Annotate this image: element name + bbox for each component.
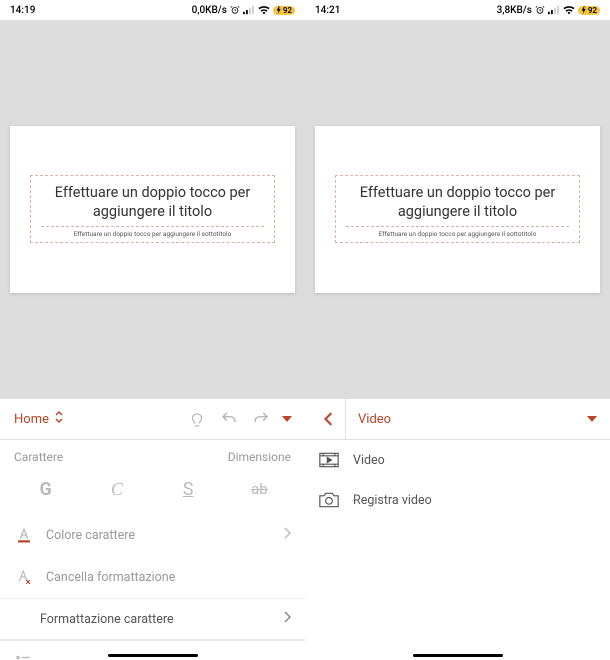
slide-canvas[interactable]: Effettuare un doppio tocco per aggiunger… <box>305 20 610 398</box>
status-bar: 14:19 0,0KB/s 92 <box>0 0 305 20</box>
tab-dropdown[interactable]: Home <box>8 410 70 428</box>
section-title: Video <box>345 399 582 439</box>
left-screen: 14:19 0,0KB/s 92 <box>0 0 305 660</box>
redo-button[interactable] <box>245 403 277 435</box>
chevron-right-icon <box>283 611 291 627</box>
panel-header: Carattere Dimensione <box>0 440 305 470</box>
camera-icon <box>319 492 339 508</box>
updown-icon <box>54 410 64 428</box>
italic-button[interactable]: C <box>92 474 142 504</box>
wifi-icon <box>563 5 575 15</box>
bold-button[interactable]: G <box>21 474 71 504</box>
home-indicator[interactable] <box>413 654 503 657</box>
battery-badge: 92 <box>273 6 295 15</box>
undo-button[interactable] <box>213 403 245 435</box>
toolbar: Video <box>305 398 610 440</box>
slide[interactable]: Effettuare un doppio tocco per aggiunger… <box>315 126 600 293</box>
toolbar-more[interactable] <box>277 416 297 422</box>
tell-me-button[interactable] <box>181 403 213 435</box>
format-row: G C S ab <box>0 470 305 514</box>
underline-button[interactable]: S <box>163 474 213 504</box>
signal-icon <box>548 5 560 15</box>
character-formatting-item[interactable]: Formattazione carattere <box>0 598 305 639</box>
font-color-item[interactable]: Colore carattere <box>0 514 305 556</box>
font-color-icon <box>14 526 34 544</box>
clear-format-icon <box>14 568 34 586</box>
status-indicators: 3,8KB/s 92 <box>497 5 600 16</box>
signal-icon <box>243 5 255 15</box>
chevron-right-icon <box>283 527 291 543</box>
insert-video-item[interactable]: Video <box>305 440 610 480</box>
status-bar: 14:21 3,8KB/s 92 <box>305 0 610 20</box>
net-speed: 0,0KB/s <box>192 5 227 16</box>
home-panel: Carattere Dimensione G C S ab Colore car… <box>0 440 305 660</box>
title-placeholder[interactable]: Effettuare un doppio tocco per aggiunger… <box>335 175 580 243</box>
toolbar: Home <box>0 398 305 440</box>
record-video-item[interactable]: Registra video <box>305 480 610 520</box>
title-text: Effettuare un doppio tocco per aggiunger… <box>41 184 264 222</box>
title-text: Effettuare un doppio tocco per aggiunger… <box>346 184 569 222</box>
status-time: 14:19 <box>10 5 35 16</box>
status-time: 14:21 <box>315 5 340 16</box>
alarm-icon <box>535 5 545 15</box>
subtitle-text: Effettuare un doppio tocco per aggiunger… <box>346 226 569 238</box>
net-speed: 3,8KB/s <box>497 5 532 16</box>
subtitle-text: Effettuare un doppio tocco per aggiunger… <box>41 226 264 238</box>
slide-canvas[interactable]: Effettuare un doppio tocco per aggiunger… <box>0 20 305 398</box>
status-indicators: 0,0KB/s 92 <box>192 5 295 16</box>
slide[interactable]: Effettuare un doppio tocco per aggiunger… <box>10 126 295 293</box>
clear-formatting-item[interactable]: Cancella formattazione <box>0 556 305 598</box>
size-label[interactable]: Dimensione <box>228 450 291 464</box>
strikethrough-button[interactable]: ab <box>234 474 284 504</box>
font-label[interactable]: Carattere <box>14 450 63 464</box>
bullets-icon <box>14 653 34 660</box>
alarm-icon <box>230 5 240 15</box>
right-screen: 14:21 3,8KB/s 92 <box>305 0 610 660</box>
video-panel: Video Registra video <box>305 440 610 660</box>
video-icon <box>319 452 339 468</box>
toolbar-more[interactable] <box>582 416 602 422</box>
wifi-icon <box>258 5 270 15</box>
home-indicator[interactable] <box>108 654 198 657</box>
title-placeholder[interactable]: Effettuare un doppio tocco per aggiunger… <box>30 175 275 243</box>
battery-badge: 92 <box>578 6 600 15</box>
back-button[interactable] <box>313 412 345 426</box>
